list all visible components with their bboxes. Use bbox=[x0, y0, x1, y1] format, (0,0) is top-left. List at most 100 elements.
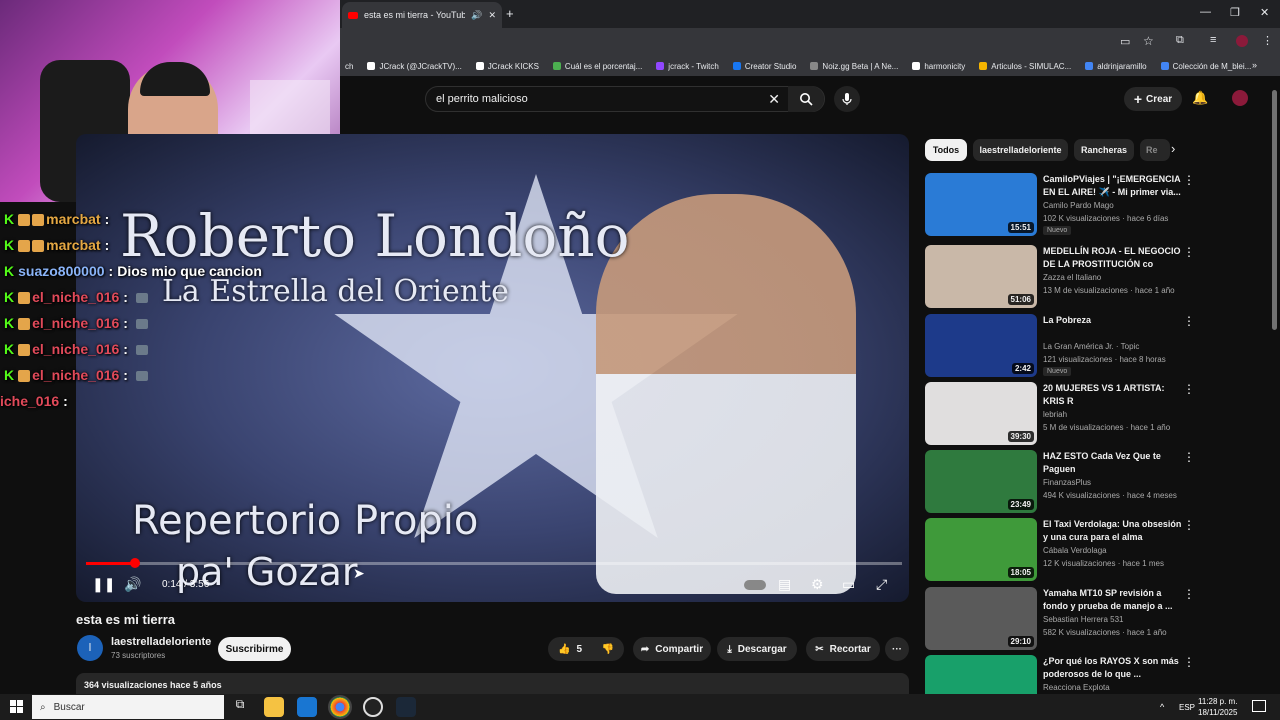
more-options-icon[interactable]: ⋮ bbox=[1183, 382, 1195, 396]
recommended-video[interactable]: 39:30 20 MUJERES VS 1 ARTISTA: KRIS R lebr… bbox=[925, 382, 1275, 446]
volume-icon[interactable]: 🔊 bbox=[124, 576, 141, 593]
recommended-channel[interactable]: Zazza el Italiano bbox=[1043, 273, 1101, 282]
video-thumbnail[interactable]: 39:30 bbox=[925, 382, 1037, 445]
restore-button[interactable]: ❐ bbox=[1230, 6, 1240, 19]
recommended-channel[interactable]: Reacciona Explota bbox=[1043, 683, 1110, 692]
browser-menu-icon[interactable]: ⋮ bbox=[1262, 34, 1273, 47]
recommended-channel[interactable]: lebriah bbox=[1043, 410, 1067, 419]
recommended-channel[interactable]: La Gran América Jr. · Topic bbox=[1043, 342, 1139, 351]
tab-close-icon[interactable]: ✕ bbox=[488, 10, 496, 21]
autoplay-toggle[interactable] bbox=[744, 580, 766, 590]
chips-next-chevron-icon[interactable]: › bbox=[1171, 141, 1175, 156]
obs-icon[interactable] bbox=[363, 697, 383, 717]
more-options-icon[interactable]: ⋮ bbox=[1183, 518, 1195, 532]
outlook-icon[interactable] bbox=[297, 697, 317, 717]
keyboard-language[interactable]: ESP bbox=[1179, 703, 1195, 712]
notifications-icon[interactable] bbox=[1252, 700, 1266, 712]
recommended-title[interactable]: Yamaha MT10 SP revisión a fondo y prueba… bbox=[1043, 587, 1183, 613]
task-view-icon[interactable]: ⧉ bbox=[230, 697, 250, 717]
chip-partial[interactable]: Re bbox=[1140, 139, 1170, 161]
share-button[interactable]: ➦ Compartir bbox=[633, 637, 711, 661]
more-bookmarks-icon[interactable]: » bbox=[1252, 60, 1257, 70]
bookmark-item[interactable]: jcrack - Twitch bbox=[656, 62, 719, 71]
minimize-button[interactable]: — bbox=[1200, 6, 1211, 18]
recommended-title[interactable]: El Taxi Verdolaga: Una obsesión y una cu… bbox=[1043, 518, 1183, 544]
extensions-icon[interactable]: ⧉ bbox=[1176, 34, 1184, 47]
dislike-button[interactable]: 👎 bbox=[592, 637, 624, 661]
progress-scrubber[interactable] bbox=[129, 558, 140, 568]
more-options-icon[interactable]: ⋮ bbox=[1183, 173, 1195, 187]
fullscreen-icon[interactable]: ⤢ bbox=[876, 576, 887, 593]
bookmark-item[interactable]: JCrack (@JCrackTV)... bbox=[367, 62, 462, 71]
recommended-channel[interactable]: FinanzasPlus bbox=[1043, 478, 1091, 487]
voice-search-button[interactable] bbox=[834, 86, 860, 112]
recommended-channel[interactable]: Cábala Verdolaga bbox=[1043, 546, 1107, 555]
more-options-icon[interactable]: ⋮ bbox=[1183, 655, 1195, 669]
recommended-video[interactable]: 51:06 MEDELLÍN ROJA - EL NEGOCIO DE LA PR… bbox=[925, 245, 1275, 309]
recommended-video[interactable]: 23:49 HAZ ESTO Cada Vez Que te Paguen Fina… bbox=[925, 450, 1275, 514]
recommended-title[interactable]: CamiloPViajes | "¡EMERGENCIA EN EL AIRE!… bbox=[1043, 173, 1183, 199]
channel-name[interactable]: laestrelladeloriente bbox=[111, 636, 211, 648]
account-avatar[interactable] bbox=[1232, 90, 1248, 106]
search-input[interactable]: el perrito malicioso ✕ bbox=[425, 86, 825, 112]
video-thumbnail[interactable]: 51:06 bbox=[925, 245, 1037, 308]
theater-mode-icon[interactable]: ▭ bbox=[842, 576, 855, 593]
bookmark-item[interactable]: ch bbox=[345, 62, 353, 71]
tab-search-icon[interactable]: ≡ bbox=[1210, 34, 1216, 46]
recommended-title[interactable]: HAZ ESTO Cada Vez Que te Paguen bbox=[1043, 450, 1183, 476]
more-options-icon[interactable]: ⋮ bbox=[1183, 314, 1195, 328]
bookmark-item[interactable]: Noiz.gg Beta | A Ne... bbox=[810, 62, 898, 71]
chrome-icon[interactable] bbox=[328, 695, 352, 719]
close-window-button[interactable]: ✕ bbox=[1260, 6, 1269, 19]
tray-chevron-icon[interactable]: ^ bbox=[1160, 702, 1164, 712]
like-button[interactable]: 👍 5 bbox=[548, 637, 592, 661]
recommended-video[interactable]: 18:05 El Taxi Verdolaga: Una obsesión y u… bbox=[925, 518, 1275, 582]
video-thumbnail[interactable]: 29:10 bbox=[925, 587, 1037, 650]
bookmark-item[interactable]: aldrinjaramillo bbox=[1085, 62, 1147, 71]
video-player[interactable]: Roberto Londoño La Estrella del Oriente … bbox=[76, 134, 909, 602]
bookmark-item[interactable]: Cuál es el porcentaj... bbox=[552, 62, 642, 71]
pause-button[interactable]: ❚❚ bbox=[92, 576, 115, 593]
browser-tab[interactable]: esta es mi tierra - YouTube 🔊 ✕ bbox=[342, 2, 502, 28]
channel-avatar[interactable]: l bbox=[77, 635, 103, 661]
download-button[interactable]: ⤓ Descargar bbox=[717, 637, 797, 661]
clock[interactable]: 11:28 p. m. 18/11/2025 bbox=[1198, 696, 1237, 718]
recommended-channel[interactable]: Sebastian Herrera 531 bbox=[1043, 615, 1124, 624]
bookmark-item[interactable]: harmonicity bbox=[912, 62, 965, 71]
video-thumbnail[interactable]: 15:51 bbox=[925, 173, 1037, 236]
recommended-title[interactable]: ¿Por qué los RAYOS X son más poderosos d… bbox=[1043, 655, 1183, 681]
video-progress-bar[interactable] bbox=[86, 558, 902, 568]
more-options-icon[interactable]: ⋮ bbox=[1183, 587, 1195, 601]
page-scrollbar[interactable] bbox=[1272, 90, 1277, 330]
search-button[interactable] bbox=[788, 86, 824, 112]
video-thumbnail[interactable]: 23:49 bbox=[925, 450, 1037, 513]
create-button[interactable]: + Crear bbox=[1124, 87, 1182, 111]
clip-button[interactable]: ✂ Recortar bbox=[806, 637, 880, 661]
subscribe-button[interactable]: Suscribirme bbox=[218, 637, 291, 661]
recommended-title[interactable]: 20 MUJERES VS 1 ARTISTA: KRIS R bbox=[1043, 382, 1183, 408]
settings-gear-icon[interactable]: ⚙ bbox=[811, 576, 824, 593]
chip-todos[interactable]: Todos bbox=[925, 139, 967, 161]
video-thumbnail[interactable]: 2:42 bbox=[925, 314, 1037, 377]
recommended-video[interactable]: 2:42 La Pobreza La Gran América Jr. · Topi… bbox=[925, 314, 1275, 378]
recommended-title[interactable]: La Pobreza bbox=[1043, 314, 1183, 327]
recommended-video[interactable]: 29:10 Yamaha MT10 SP revisión a fondo y p… bbox=[925, 587, 1275, 651]
more-options-icon[interactable]: ⋮ bbox=[1183, 450, 1195, 464]
file-explorer-icon[interactable] bbox=[264, 697, 284, 717]
bookmark-item[interactable]: Creator Studio bbox=[732, 62, 796, 71]
steam-icon[interactable] bbox=[396, 697, 416, 717]
notifications-bell-icon[interactable]: 🔔 bbox=[1192, 90, 1208, 106]
captions-icon[interactable]: ▤ bbox=[778, 576, 791, 593]
clear-search-icon[interactable]: ✕ bbox=[768, 91, 780, 108]
bookmark-star-icon[interactable]: ☆ bbox=[1143, 34, 1154, 48]
profile-avatar[interactable] bbox=[1236, 35, 1248, 47]
chip-rancheras[interactable]: Rancheras bbox=[1074, 139, 1134, 161]
bookmark-item[interactable]: JCrack KICKS bbox=[475, 62, 539, 71]
bookmark-item[interactable]: Articulos - SIMULAC... bbox=[979, 62, 1071, 71]
recommended-channel[interactable]: Camilo Pardo Mago bbox=[1043, 201, 1114, 210]
taskbar-search[interactable]: ⌕ Buscar bbox=[32, 695, 224, 719]
bookmark-item[interactable]: Colección de M_blei... bbox=[1160, 62, 1251, 71]
more-actions-button[interactable]: ··· bbox=[885, 637, 909, 661]
recommended-video[interactable]: 15:51 CamiloPViajes | "¡EMERGENCIA EN EL … bbox=[925, 173, 1275, 237]
new-tab-button[interactable]: + bbox=[506, 6, 514, 21]
